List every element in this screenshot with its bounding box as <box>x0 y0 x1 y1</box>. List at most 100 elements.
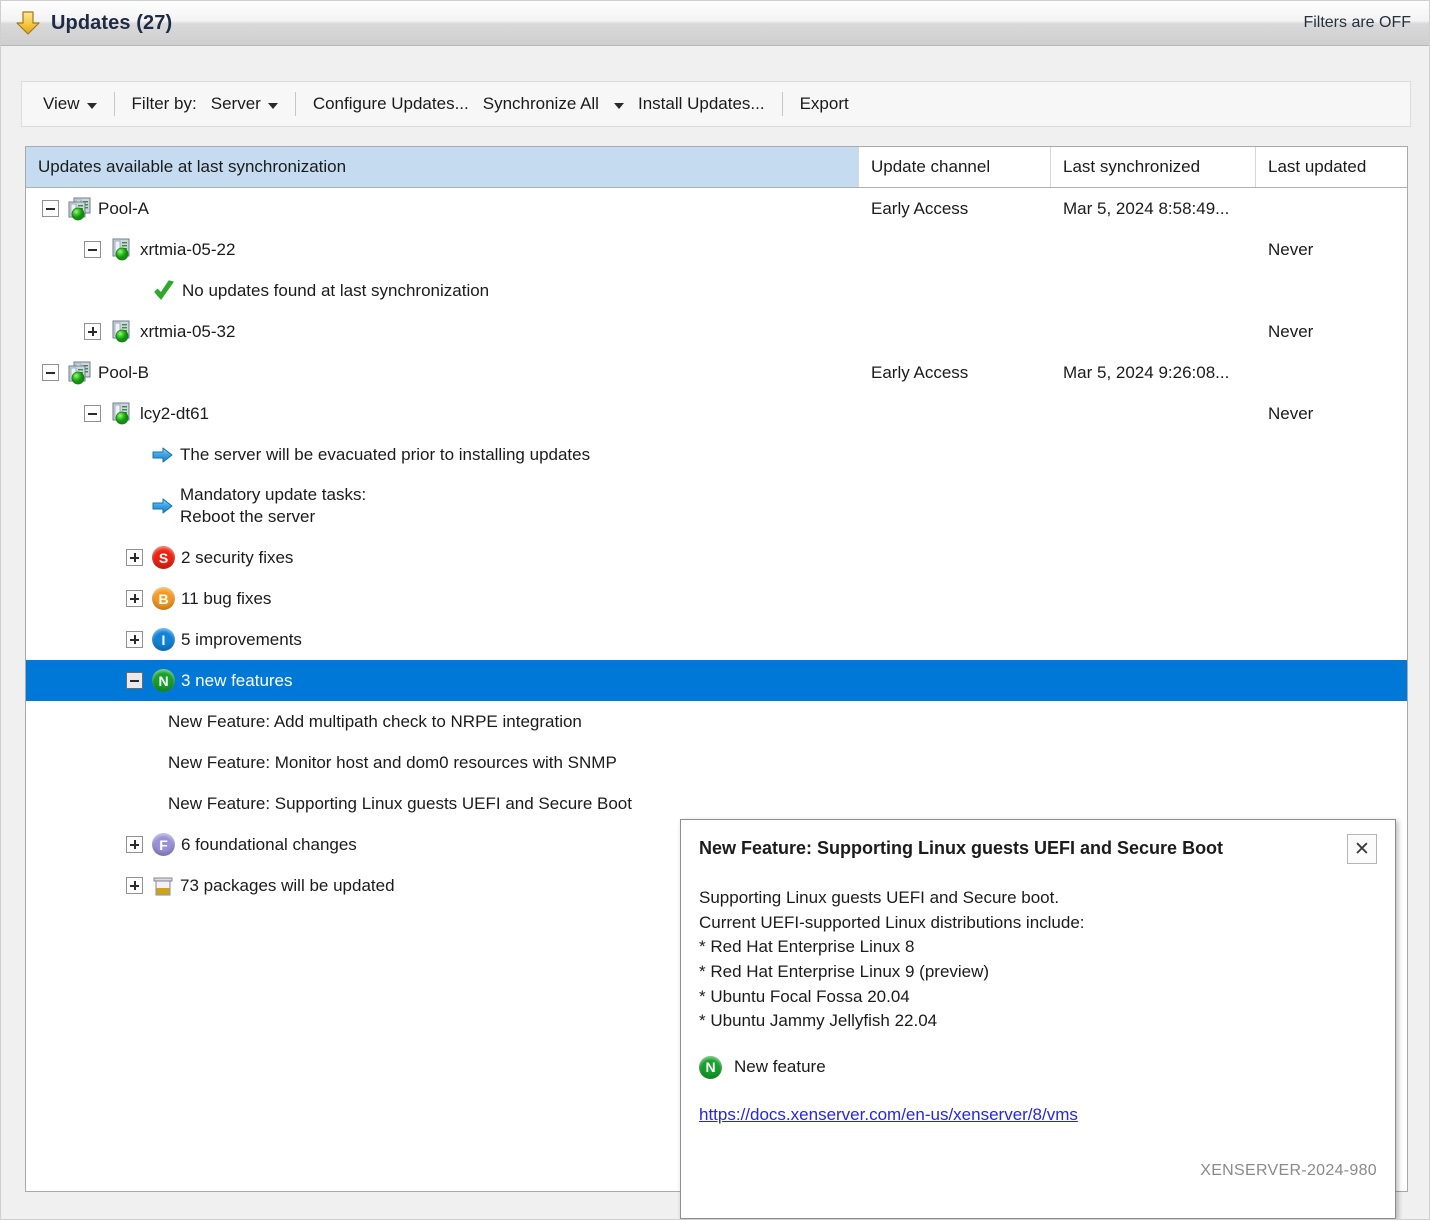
badge-I-icon: I <box>152 628 175 651</box>
row-main-cell: N 3 new features <box>26 660 859 701</box>
row-last-updated-cell <box>1256 188 1408 229</box>
row-last-synchronized-cell <box>1051 475 1256 537</box>
row-label: New Feature: Add multipath check to NRPE… <box>168 711 582 732</box>
row-update-channel-cell: Early Access <box>859 188 1051 229</box>
badge-S-icon: S <box>152 546 175 569</box>
synchronize-all-label: Synchronize All <box>483 94 599 114</box>
table-row[interactable]: Pool-A Early AccessMar 5, 2024 8:58:49... <box>26 188 1407 229</box>
table-row[interactable]: New Feature: Add multipath check to NRPE… <box>26 701 1407 742</box>
expand-icon[interactable] <box>126 549 143 566</box>
row-label: Mandatory update tasks: Reboot the serve… <box>180 484 366 528</box>
expand-icon[interactable] <box>126 836 143 853</box>
filter-by-dropdown[interactable]: Server <box>204 91 285 117</box>
popup-kind: N New feature <box>699 1056 1377 1079</box>
expand-icon[interactable] <box>126 590 143 607</box>
filter-by-value: Server <box>211 94 261 114</box>
row-label: 3 new features <box>181 670 293 691</box>
table-row[interactable]: xrtmia-05-22 Never <box>26 229 1407 270</box>
row-last-updated-cell <box>1256 701 1408 742</box>
column-header-update-channel[interactable]: Update channel <box>859 147 1051 187</box>
row-main-cell: Pool-B <box>26 352 859 393</box>
row-main-cell: No updates found at last synchronization <box>26 270 859 311</box>
configure-updates-label: Configure Updates... <box>313 94 469 114</box>
table-row[interactable]: New Feature: Monitor host and dom0 resou… <box>26 742 1407 783</box>
badge-letter: I <box>152 628 175 651</box>
badge-N-icon: N <box>152 669 175 692</box>
column-header-updates[interactable]: Updates available at last synchronizatio… <box>26 147 859 187</box>
table-row[interactable]: Pool-BEarly AccessMar 5, 2024 9:26:08... <box>26 352 1407 393</box>
pool-icon <box>68 197 92 221</box>
export-label: Export <box>800 94 849 114</box>
column-header-last-updated[interactable]: Last updated <box>1256 147 1408 187</box>
view-menu-button[interactable]: View <box>36 91 104 117</box>
row-last-updated-cell <box>1256 434 1408 475</box>
row-label: xrtmia-05-32 <box>140 321 235 342</box>
expand-icon[interactable] <box>84 323 101 340</box>
collapse-icon[interactable] <box>42 200 59 217</box>
toolbar-separator <box>295 92 296 116</box>
table-row[interactable]: No updates found at last synchronization <box>26 270 1407 311</box>
blue-arrow-icon <box>152 496 174 516</box>
row-last-synchronized-cell <box>1051 742 1256 783</box>
row-label: New Feature: Monitor host and dom0 resou… <box>168 752 617 773</box>
table-row[interactable]: lcy2-dt61 Never <box>26 393 1407 434</box>
chevron-down-icon <box>87 103 97 109</box>
table-row[interactable]: Mandatory update tasks: Reboot the serve… <box>26 475 1407 537</box>
row-label: 11 bug fixes <box>181 588 271 609</box>
row-last-updated-cell: Never <box>1256 229 1408 270</box>
filters-status[interactable]: Filters are OFF <box>1303 14 1411 32</box>
server-icon <box>110 320 134 344</box>
collapse-icon[interactable] <box>84 241 101 258</box>
row-main-cell: xrtmia-05-22 <box>26 229 859 270</box>
export-button[interactable]: Export <box>793 91 856 117</box>
table-row[interactable]: I5 improvements <box>26 619 1407 660</box>
row-label: Pool-B <box>98 362 149 383</box>
popup-body-text: Supporting Linux guests UEFI and Secure … <box>699 886 1377 1034</box>
table-row[interactable]: S2 security fixes <box>26 537 1407 578</box>
row-label: 6 foundational changes <box>181 834 357 855</box>
close-icon[interactable]: ✕ <box>1347 834 1377 864</box>
install-updates-button[interactable]: Install Updates... <box>631 91 772 117</box>
package-icon <box>152 875 174 897</box>
synchronize-all-button[interactable]: Synchronize All <box>476 91 631 117</box>
row-last-updated-cell <box>1256 660 1408 701</box>
row-last-updated-cell <box>1256 742 1408 783</box>
collapse-icon[interactable] <box>42 364 59 381</box>
expand-icon[interactable] <box>126 877 143 894</box>
table-row[interactable]: New Feature: Supporting Linux guests UEF… <box>26 783 1407 824</box>
row-last-updated-cell <box>1256 270 1408 311</box>
table-row[interactable]: xrtmia-05-32 Never <box>26 311 1407 352</box>
collapse-icon[interactable] <box>126 672 143 689</box>
popup-documentation-link[interactable]: https://docs.xenserver.com/en-us/xenserv… <box>699 1105 1078 1125</box>
server-icon <box>110 238 134 262</box>
table-row[interactable]: B 11 bug fixes <box>26 578 1407 619</box>
table-row[interactable]: N 3 new features <box>26 660 1407 701</box>
row-last-updated-cell <box>1256 783 1408 824</box>
row-last-updated-cell: Never <box>1256 393 1408 434</box>
row-last-updated-cell <box>1256 475 1408 537</box>
configure-updates-button[interactable]: Configure Updates... <box>306 91 476 117</box>
row-main-cell: B 11 bug fixes <box>26 578 859 619</box>
badge-F-icon: F <box>152 833 175 856</box>
row-label: The server will be evacuated prior to in… <box>180 444 590 465</box>
pool-icon <box>68 361 92 385</box>
row-last-updated-cell: Never <box>1256 311 1408 352</box>
row-label: lcy2-dt61 <box>140 403 209 424</box>
updates-window: Updates (27) Filters are OFF View Filter… <box>0 0 1430 1220</box>
expand-icon[interactable] <box>126 631 143 648</box>
collapse-icon[interactable] <box>84 405 101 422</box>
row-main-cell: lcy2-dt61 <box>26 393 859 434</box>
row-last-synchronized-cell <box>1051 434 1256 475</box>
column-header-last-synchronized[interactable]: Last synchronized <box>1051 147 1256 187</box>
row-main-cell: S2 security fixes <box>26 537 859 578</box>
row-update-channel-cell <box>859 270 1051 311</box>
table-row[interactable]: The server will be evacuated prior to in… <box>26 434 1407 475</box>
row-main-cell: Pool-A <box>26 188 859 229</box>
badge-letter: B <box>152 587 175 610</box>
window-title-bar: Updates (27) Filters are OFF <box>1 1 1430 46</box>
row-last-synchronized-cell: Mar 5, 2024 8:58:49... <box>1051 188 1256 229</box>
row-label: Pool-A <box>98 198 149 219</box>
row-update-channel-cell <box>859 619 1051 660</box>
row-main-cell: I5 improvements <box>26 619 859 660</box>
popup-kind-label: New feature <box>734 1057 826 1077</box>
